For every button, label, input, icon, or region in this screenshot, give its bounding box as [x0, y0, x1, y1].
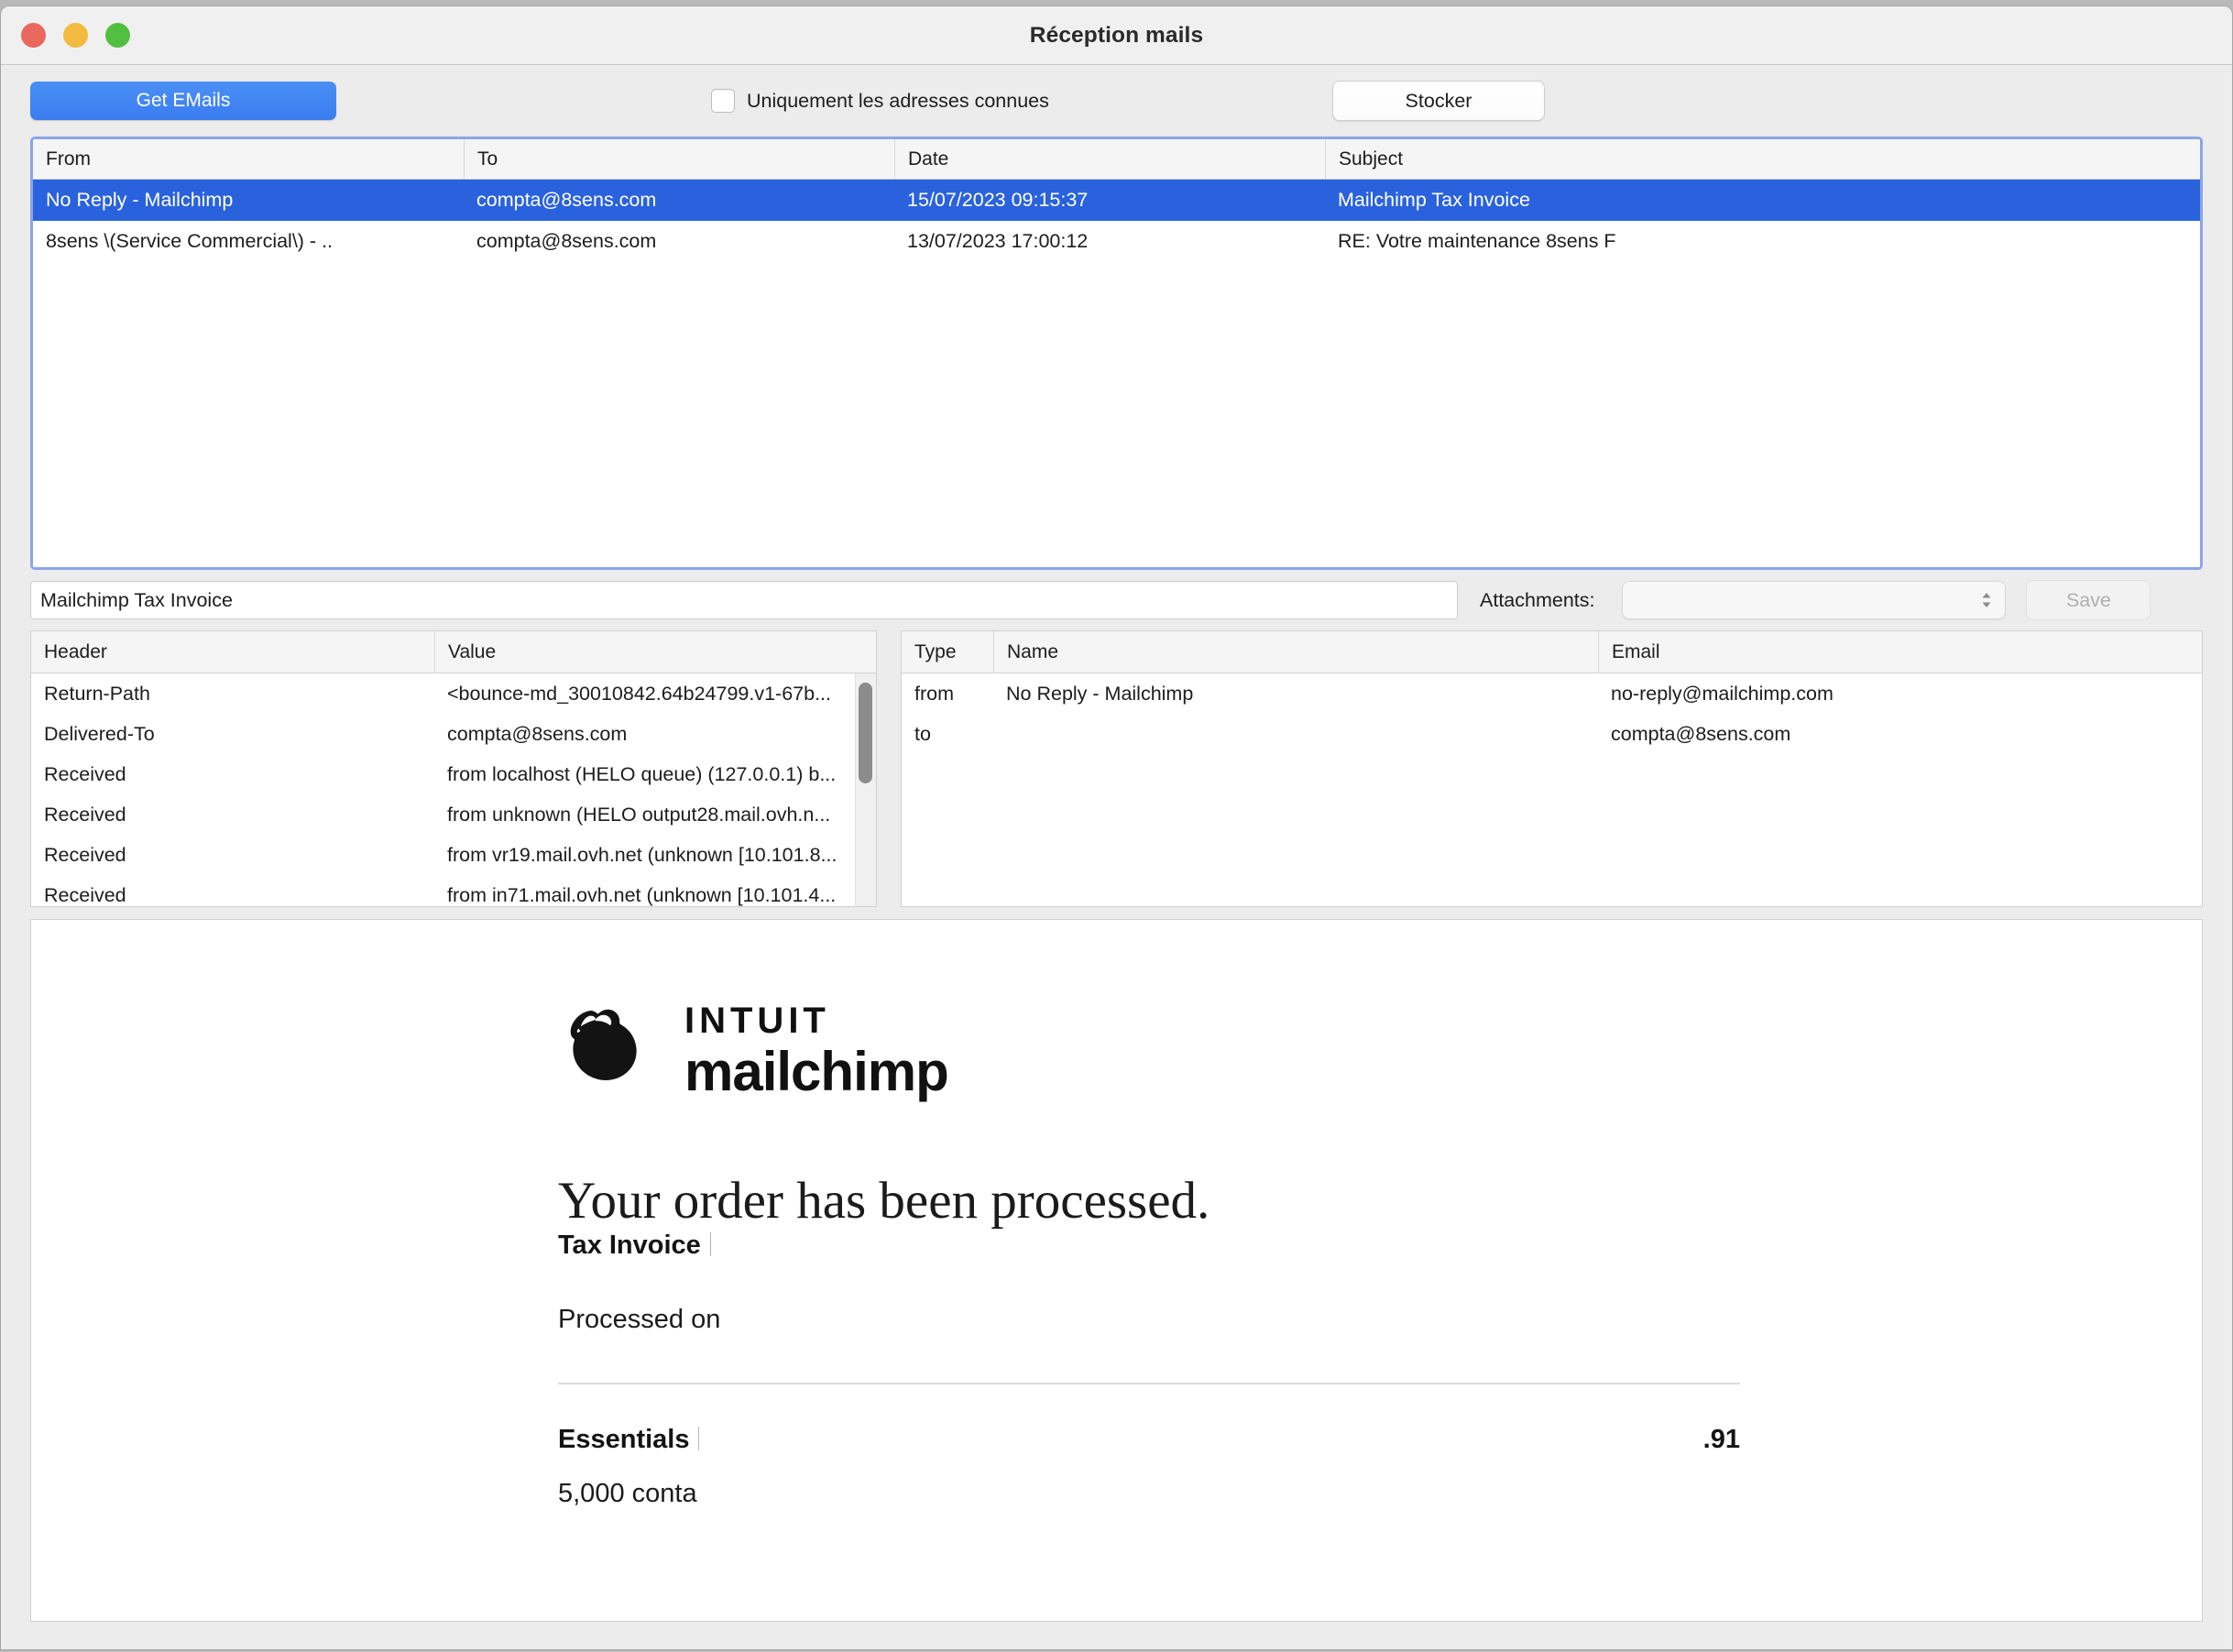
table-row[interactable]: Received from in71.mail.ovh.net (unknown…: [31, 875, 876, 906]
cell-date: 15/07/2023 09:15:37: [907, 189, 1089, 211]
column-header-date[interactable]: Date: [894, 139, 1325, 179]
mailchimp-wordmark: INTUIT mailchimp: [684, 1000, 949, 1102]
cell-subject: RE: Votre maintenance 8sens F: [1338, 230, 1616, 252]
toolbar: Get EMails Uniquement les adresses connu…: [1, 65, 2232, 137]
column-header-value[interactable]: Value: [434, 631, 876, 673]
addresses-table-header: Type Name Email: [902, 631, 2202, 673]
column-header-from[interactable]: From: [33, 139, 464, 179]
cell-email: compta@8sens.com: [1611, 722, 1791, 745]
cell-header: Return-Path: [44, 682, 150, 705]
cell-value: from localhost (HELO queue) (127.0.0.1) …: [447, 762, 837, 785]
app-window: Réception mails Get EMails Uniquement le…: [0, 5, 2233, 1650]
column-header-to[interactable]: To: [464, 139, 894, 179]
cell-header: Delivered-To: [44, 722, 155, 745]
preview-divider: [558, 1383, 1740, 1384]
cell-subject: Mailchimp Tax Invoice: [1338, 189, 1530, 211]
mail-list-header: From To Date Subject: [33, 139, 2200, 180]
table-row[interactable]: Return-Path <bounce-md_30010842.64b24799…: [31, 673, 876, 714]
email-preview[interactable]: INTUIT mailchimp Your order has been pro…: [30, 919, 2203, 1622]
cell-header: Received: [44, 803, 126, 826]
titlebar: Réception mails: [1, 6, 2232, 65]
table-row[interactable]: Delivered-To compta@8sens.com: [31, 714, 876, 754]
table-row[interactable]: No Reply - Mailchimp compta@8sens.com 15…: [33, 180, 2200, 221]
headers-table-body: Return-Path <bounce-md_30010842.64b24799…: [31, 673, 876, 906]
preview-plan-name: Essentials: [558, 1425, 690, 1454]
details-panes: Header Value Return-Path <bounce-md_3001…: [1, 630, 2232, 907]
preview-invoice-label: Tax Invoice: [558, 1231, 701, 1260]
cell-type: to: [914, 722, 931, 745]
mailchimp-logo: INTUIT mailchimp: [558, 999, 1740, 1102]
chevron-up-down-icon: [1980, 591, 1993, 609]
cell-from: 8sens \(Service Commercial\) - ..: [46, 230, 334, 252]
save-button[interactable]: Save: [2026, 580, 2151, 620]
headers-table-header: Header Value: [31, 631, 876, 673]
window-title: Réception mails: [1029, 22, 1204, 48]
mail-list-body: No Reply - Mailchimp compta@8sens.com 15…: [33, 180, 2200, 567]
headers-table[interactable]: Header Value Return-Path <bounce-md_3001…: [30, 630, 877, 907]
get-emails-button[interactable]: Get EMails: [30, 82, 336, 120]
mailchimp-freddie-icon: [558, 999, 657, 1102]
headers-scrollbar-thumb[interactable]: [859, 683, 872, 783]
mail-list[interactable]: From To Date Subject No Reply - Mailchim…: [30, 137, 2203, 570]
preview-plan-name-wrap: Essentials: [558, 1425, 700, 1455]
stocker-button[interactable]: Stocker: [1332, 81, 1545, 121]
mailchimp-text: mailchimp: [684, 1040, 949, 1102]
email-preview-wrapper: INTUIT mailchimp Your order has been pro…: [1, 907, 2232, 1649]
cell-value: from unknown (HELO output28.mail.ovh.n..…: [447, 803, 831, 826]
attachments-label: Attachments:: [1480, 588, 1595, 611]
column-header-subject[interactable]: Subject: [1325, 139, 2200, 179]
addresses-table-body: from No Reply - Mailchimp no-reply@mailc…: [902, 673, 2202, 754]
cell-value: from vr19.mail.ovh.net (unknown [10.101.…: [447, 843, 837, 866]
cell-name: No Reply - Mailchimp: [1006, 682, 1194, 705]
table-row[interactable]: Received from localhost (HELO queue) (12…: [31, 754, 876, 794]
table-row[interactable]: 8sens \(Service Commercial\) - .. compta…: [33, 221, 2200, 262]
column-header-type[interactable]: Type: [902, 631, 993, 673]
column-header-header[interactable]: Header: [31, 631, 434, 673]
cell-to: compta@8sens.com: [476, 189, 657, 211]
column-header-name[interactable]: Name: [993, 631, 1598, 673]
cell-to: compta@8sens.com: [476, 230, 657, 252]
cell-type: from: [914, 682, 954, 705]
addresses-table[interactable]: Type Name Email from No Reply - Mailchim…: [901, 630, 2203, 907]
text-caret: [709, 1232, 711, 1256]
preview-plan-row: Essentials .91: [558, 1425, 1740, 1455]
intuit-text: INTUIT: [684, 1000, 830, 1041]
cell-email: no-reply@mailchimp.com: [1611, 682, 1833, 705]
known-addresses-checkbox-group[interactable]: Uniquement les adresses connues: [711, 89, 1049, 113]
table-row[interactable]: Received from vr19.mail.ovh.net (unknown…: [31, 835, 876, 875]
cell-value: from in71.mail.ovh.net (unknown [10.101.…: [447, 883, 837, 906]
cell-header: Received: [44, 762, 126, 785]
preview-plan-detail: 5,000 conta: [558, 1479, 697, 1508]
text-caret: [698, 1427, 700, 1450]
preview-invoice-line: Tax Invoice: [558, 1231, 1740, 1261]
table-row[interactable]: to compta@8sens.com: [902, 714, 2202, 754]
table-row[interactable]: Received from unknown (HELO output28.mai…: [31, 794, 876, 835]
cell-value: <bounce-md_30010842.64b24799.v1-67b...: [447, 682, 831, 705]
cell-date: 13/07/2023 17:00:12: [907, 230, 1089, 252]
attachments-select[interactable]: [1622, 581, 2007, 619]
cell-header: Received: [44, 883, 126, 906]
preview-processed-label: Processed on: [558, 1305, 721, 1334]
preview-heading: Your order has been processed.: [558, 1172, 1210, 1230]
subject-input[interactable]: [30, 581, 1458, 619]
column-header-email[interactable]: Email: [1598, 631, 2202, 673]
cell-value: compta@8sens.com: [447, 722, 628, 745]
known-addresses-checkbox[interactable]: [711, 89, 735, 113]
known-addresses-label: Uniquement les adresses connues: [747, 89, 1049, 112]
subject-bar: Attachments: Save: [1, 570, 2232, 630]
preview-plan-price: .91: [1702, 1425, 1740, 1454]
table-row[interactable]: from No Reply - Mailchimp no-reply@mailc…: [902, 673, 2202, 714]
cell-from: No Reply - Mailchimp: [46, 189, 234, 211]
cell-header: Received: [44, 843, 126, 866]
